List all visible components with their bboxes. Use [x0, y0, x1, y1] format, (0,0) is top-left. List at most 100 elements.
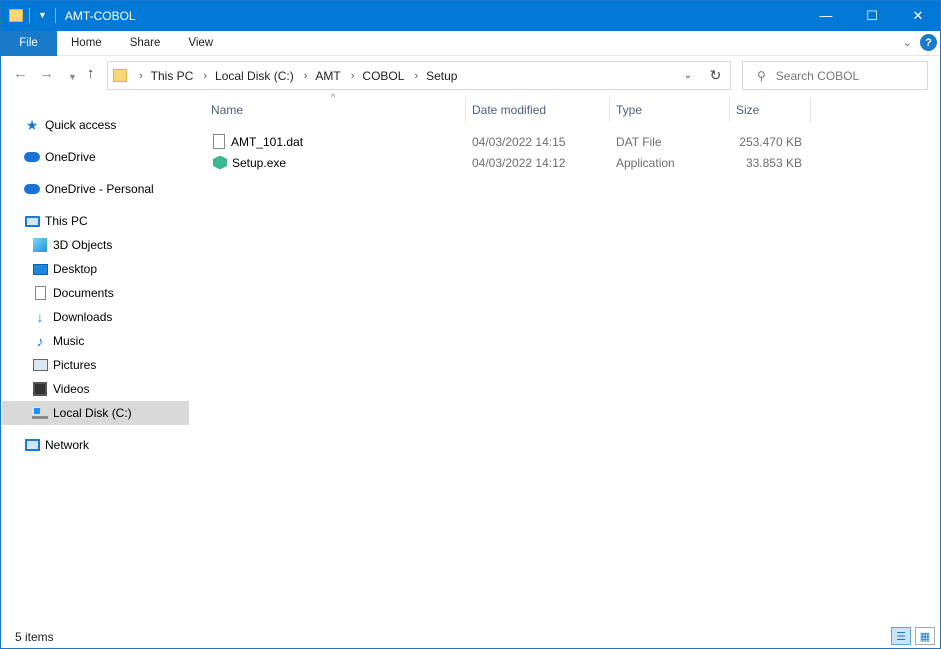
- details-view-icon: ☰: [896, 630, 906, 643]
- sidebar-item-label: This PC: [45, 214, 88, 228]
- tab-file[interactable]: File: [0, 30, 57, 56]
- sidebar-item-label: Desktop: [53, 262, 98, 276]
- sidebar-item-onedrive[interactable]: OneDrive: [24, 145, 96, 169]
- tab-home[interactable]: Home: [57, 31, 116, 56]
- minimize-button[interactable]: —: [803, 0, 849, 31]
- film-icon: [33, 382, 47, 396]
- sidebar-item-label: OneDrive - Personal: [45, 182, 154, 196]
- breadcrumb-separator-icon: ›: [139, 69, 143, 82]
- maximize-button[interactable]: ☐: [849, 0, 895, 31]
- sidebar-item-label: Music: [53, 334, 85, 348]
- folder-icon[interactable]: [9, 9, 23, 22]
- sidebar-item-downloads[interactable]: ↓ Downloads: [32, 305, 113, 329]
- breadcrumb-setup[interactable]: Setup: [426, 69, 457, 83]
- sidebar-item-label: Downloads: [53, 310, 113, 324]
- network-icon: [24, 439, 40, 451]
- column-header-size[interactable]: Size: [730, 97, 810, 122]
- address-dropdown-chevron-icon[interactable]: ⌄: [676, 62, 700, 89]
- status-bar: 5 items ☰ ▦: [0, 624, 941, 649]
- document-icon: [213, 134, 225, 149]
- sidebar-item-quick-access[interactable]: ★ Quick access: [24, 113, 117, 137]
- star-icon: ★: [25, 116, 39, 133]
- file-row[interactable]: AMT_101.dat 04/03/2022 14:15 DAT File 25…: [205, 131, 805, 152]
- sidebar-item-local-disk[interactable]: Local Disk (C:): [2, 401, 189, 425]
- file-row[interactable]: Setup.exe 04/03/2022 14:12 Application 3…: [205, 152, 805, 173]
- details-view-button[interactable]: ☰: [891, 627, 911, 645]
- breadcrumb-local-disk[interactable]: Local Disk (C:): [215, 69, 294, 83]
- sidebar-item-label: Videos: [53, 382, 90, 396]
- sidebar-item-label: Pictures: [53, 358, 97, 372]
- file-size: 253.470 KB: [739, 134, 802, 149]
- breadcrumb-separator-icon[interactable]: ›: [414, 70, 418, 82]
- file-name-cell: AMT_101.dat: [213, 131, 303, 152]
- cloud-icon: [24, 184, 40, 194]
- toolbar-divider: [54, 8, 56, 23]
- item-count: 5 items: [15, 629, 54, 644]
- column-header-date-modified[interactable]: Date modified: [466, 97, 609, 122]
- file-name-cell: Setup.exe: [213, 152, 286, 173]
- window-title: AMT-COBOL: [64, 8, 136, 23]
- sidebar-item-network[interactable]: Network: [24, 433, 89, 457]
- breadcrumb-separator-icon[interactable]: ›: [351, 70, 355, 82]
- file-type: DAT File: [616, 134, 662, 149]
- drive-icon: [32, 407, 48, 419]
- sidebar-item-onedrive-personal[interactable]: OneDrive - Personal: [24, 177, 154, 201]
- search-box[interactable]: ⚲ Search COBOL: [742, 61, 928, 90]
- expand-ribbon-chevron-icon[interactable]: ⌄: [903, 36, 912, 49]
- tab-share[interactable]: Share: [116, 31, 175, 56]
- column-header-type[interactable]: Type: [610, 97, 729, 122]
- large-icons-view-button[interactable]: ▦: [915, 627, 935, 645]
- title-bar: ▼ AMT-COBOL — ☐ ✕: [0, 0, 941, 31]
- file-date: 04/03/2022 14:12: [472, 155, 566, 170]
- address-bar[interactable]: › This PC › Local Disk (C:) › AMT › COBOL › S…: [107, 61, 731, 90]
- sidebar-item-label: 3D Objects: [53, 238, 113, 252]
- documents-icon: [34, 286, 46, 300]
- sidebar-item-desktop[interactable]: Desktop: [32, 257, 97, 281]
- back-arrow-icon[interactable]: ←: [13, 66, 28, 82]
- chevron-down-icon[interactable]: ▼: [38, 11, 47, 20]
- forward-arrow-icon[interactable]: →: [39, 66, 54, 82]
- quick-access-toolbar: ▼: [0, 0, 65, 31]
- breadcrumb-separator-icon[interactable]: ›: [203, 70, 207, 82]
- column-header-name[interactable]: Name: [205, 97, 465, 122]
- search-placeholder: Search COBOL: [775, 68, 860, 83]
- recent-locations-chevron-icon[interactable]: ▼: [68, 69, 77, 85]
- sidebar-item-documents[interactable]: Documents: [32, 281, 114, 305]
- sidebar-item-music[interactable]: ♪ Music: [32, 329, 85, 353]
- 3d-objects-icon: [33, 238, 47, 252]
- desktop-icon: [32, 263, 48, 275]
- music-note-icon: ♪: [36, 333, 44, 349]
- file-date: 04/03/2022 14:15: [472, 134, 566, 149]
- file-size: 33.853 KB: [745, 155, 802, 170]
- sidebar-item-3d-objects[interactable]: 3D Objects: [32, 233, 112, 257]
- large-icons-view-icon: ▦: [919, 630, 931, 643]
- installer-icon: [213, 155, 227, 170]
- sidebar-item-videos[interactable]: Videos: [32, 377, 89, 401]
- sidebar-item-label: Network: [45, 438, 90, 452]
- breadcrumb-separator-icon[interactable]: ›: [304, 70, 308, 82]
- column-divider[interactable]: [810, 97, 811, 122]
- cloud-icon: [24, 152, 40, 162]
- close-button[interactable]: ✕: [895, 0, 941, 31]
- sidebar-item-label: OneDrive: [45, 150, 96, 164]
- sidebar-item-label: Documents: [53, 286, 114, 300]
- sidebar-item-pictures[interactable]: Pictures: [32, 353, 96, 377]
- folder-icon: [113, 69, 127, 82]
- refresh-button[interactable]: ↻: [701, 61, 731, 90]
- help-button[interactable]: ?: [920, 34, 937, 51]
- toolbar-divider: [29, 8, 30, 23]
- breadcrumb-amt[interactable]: AMT: [315, 69, 340, 83]
- refresh-icon: ↻: [709, 67, 722, 83]
- window-controls: — ☐ ✕: [803, 0, 941, 31]
- tab-view[interactable]: View: [174, 31, 227, 56]
- sidebar-item-this-pc[interactable]: This PC: [24, 209, 88, 233]
- ribbon-controls: ⌄ ?: [903, 34, 937, 51]
- breadcrumb-cobol[interactable]: COBOL: [362, 69, 404, 83]
- sidebar-item-label: Quick access: [45, 118, 117, 132]
- computer-icon: [24, 215, 40, 227]
- up-arrow-icon[interactable]: ↑: [87, 66, 95, 82]
- breadcrumb-this-pc[interactable]: This PC: [151, 69, 194, 83]
- ribbon-tabs: File Home Share View ⌄ ?: [0, 30, 941, 56]
- sidebar-item-label: Local Disk (C:): [53, 406, 132, 420]
- download-arrow-icon: ↓: [36, 309, 44, 325]
